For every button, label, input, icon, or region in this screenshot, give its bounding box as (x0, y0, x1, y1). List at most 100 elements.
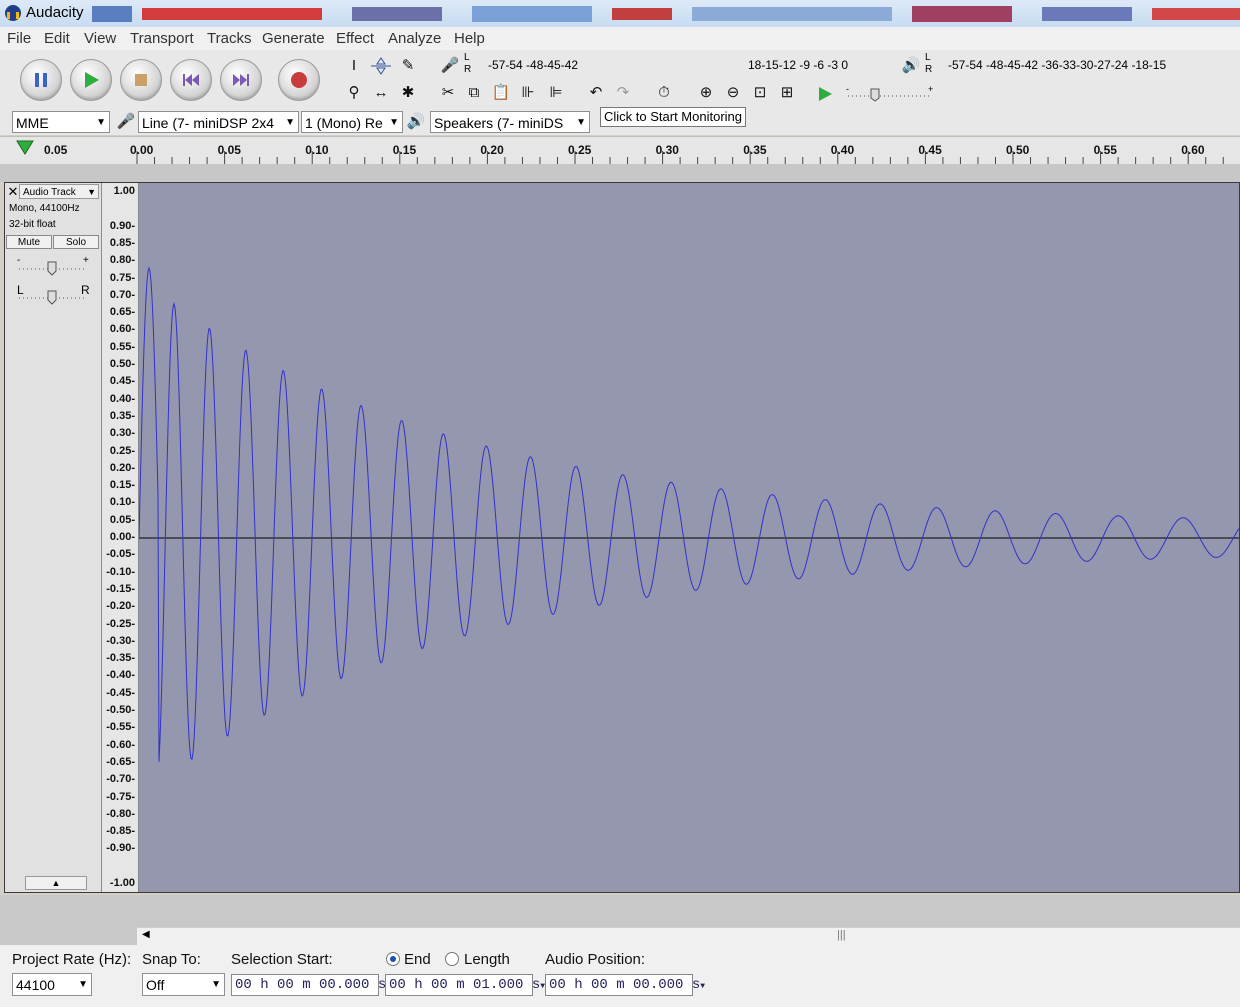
window-title: Audacity (26, 4, 84, 21)
play-at-speed-icon[interactable] (816, 85, 834, 103)
input-device-select[interactable]: Line (7- miniDSP 2x4 ▼ (138, 111, 299, 133)
selection-start-time[interactable]: 00 h 00 m 00.000 s▼ (231, 974, 391, 996)
skip-start-icon (183, 74, 199, 86)
timeline-ruler[interactable]: 0.05 0.00 0.05 0.10 0.15 0.20 0.25 0.30 0.35 0.4… (0, 136, 1240, 165)
stop-button[interactable] (120, 59, 162, 101)
play-speed-slider[interactable]: - + (846, 86, 936, 102)
menu-tracks[interactable]: Tracks (207, 30, 251, 47)
microphone-icon[interactable]: 🎤 (439, 55, 461, 77)
speaker-icon[interactable]: 🔊 (900, 55, 922, 77)
skip-to-start-button[interactable] (170, 59, 212, 101)
time-shift-tool-icon[interactable]: ↔ (370, 82, 392, 104)
menu-file[interactable]: File (7, 30, 31, 47)
menu-help[interactable]: Help (454, 30, 485, 47)
pan-slider[interactable]: L R (15, 283, 91, 307)
project-rate-value: 44100 (16, 977, 55, 993)
pause-button[interactable] (20, 59, 62, 101)
play-button[interactable] (70, 59, 112, 101)
end-radio[interactable] (386, 952, 400, 966)
close-track-icon[interactable]: ✕ (7, 184, 19, 199)
menu-analyze[interactable]: Analyze (388, 30, 441, 47)
output-speaker-icon: 🔊 (406, 113, 426, 130)
output-device-select[interactable]: Speakers (7- miniDS ▼ (430, 111, 590, 133)
record-meter-scale: -57-54 -48-45-42 (488, 58, 579, 72)
amplitude-label: 0.35- (109, 409, 135, 422)
amplitude-label: 0.10- (109, 496, 135, 509)
waveform-path (138, 266, 1240, 762)
amplitude-label: 0.50- (109, 358, 135, 370)
mute-button[interactable]: Mute (6, 235, 52, 249)
chevron-down-icon: ▼ (96, 117, 106, 128)
multi-tool-icon[interactable]: ✱ (397, 82, 419, 104)
solo-button[interactable]: Solo (53, 235, 99, 249)
collapse-track-button[interactable]: ▲ (25, 876, 87, 890)
zoom-out-icon[interactable]: ⊖ (722, 82, 744, 104)
vertical-amplitude-scale[interactable]: 1.00 0.90- 0.85- 0.80- 0.75- 0.70- 0.65- 0.60- 0… (102, 183, 139, 892)
audacity-logo-icon (5, 5, 21, 21)
ruler-gap (0, 164, 1240, 182)
zoom-in-icon[interactable]: ⊕ (695, 82, 717, 104)
gain-slider[interactable]: - + (15, 255, 91, 277)
fit-selection-icon[interactable]: ⊡ (749, 82, 771, 104)
ruler-label: 0.20 (480, 143, 504, 157)
amplitude-label: -0.90- (106, 842, 135, 855)
menu-transport[interactable]: Transport (130, 30, 194, 47)
horizontal-scrollbar[interactable]: ◀ ||| (137, 927, 1240, 946)
waveform-area[interactable] (138, 183, 1240, 892)
fit-project-icon[interactable]: ⊞ (776, 82, 798, 104)
amplitude-label: 0.90- (109, 219, 135, 232)
selection-tool-icon[interactable]: I (343, 55, 365, 77)
record-button[interactable] (278, 59, 320, 101)
selection-end-time[interactable]: 00 h 00 m 01.000 s▼ (385, 974, 545, 996)
amplitude-label: -1.00 (109, 877, 135, 889)
amplitude-label: -0.50- (106, 704, 135, 716)
amplitude-label: 0.55- (109, 340, 135, 353)
host-select[interactable]: MME ▼ (12, 111, 110, 133)
length-radio[interactable] (445, 952, 459, 966)
audio-position-time[interactable]: 00 h 00 m 00.000 s▼ (545, 974, 705, 996)
menu-generate[interactable]: Generate (262, 30, 325, 47)
amplitude-label: 0.65- (109, 306, 135, 319)
chevron-up-icon: ▲ (51, 878, 61, 888)
envelope-tool-icon[interactable] (369, 55, 393, 77)
amplitude-label: -0.25- (106, 617, 135, 630)
amplitude-label: -0.35- (106, 652, 135, 665)
input-channels-select[interactable]: 1 (Mono) Re ▼ (301, 111, 403, 133)
length-label: Length (464, 951, 510, 968)
amplitude-label: -0.15- (106, 582, 135, 595)
input-microphone-icon: 🎤 (116, 113, 136, 130)
play-meter-l-label: L (925, 52, 931, 63)
skip-to-end-button[interactable] (220, 59, 262, 101)
track-name: Audio Track (23, 187, 76, 198)
copy-icon[interactable]: ⧉ (463, 82, 485, 104)
project-rate-select[interactable]: 44100 ▼ (12, 973, 92, 996)
trim-icon[interactable]: ⊪ (517, 82, 539, 104)
track-name-menu[interactable]: Audio Track ▼ (19, 184, 99, 199)
cut-icon[interactable]: ✂ (437, 82, 459, 104)
track-control-panel: ✕ Audio Track ▼ Mono, 44100Hz 32-bit floa… (5, 183, 102, 892)
record-icon (291, 72, 307, 88)
amplitude-label: -0.60- (106, 738, 135, 751)
undo-icon[interactable]: ↶ (585, 82, 607, 104)
ruler-label: 0.40 (830, 143, 855, 157)
meter-l-label: L (464, 52, 470, 63)
menu-view[interactable]: View (84, 30, 116, 47)
paste-icon[interactable]: 📋 (490, 82, 512, 104)
redo-icon[interactable]: ↷ (612, 82, 634, 104)
scroll-left-icon[interactable]: ◀ (142, 929, 150, 940)
waveform (138, 266, 1240, 762)
menu-effect[interactable]: Effect (336, 30, 374, 47)
amplitude-label: 0.05- (109, 513, 135, 526)
draw-tool-icon[interactable]: ✎ (397, 55, 419, 77)
gain-plus-label: + (83, 255, 89, 266)
amplitude-label: -0.40- (106, 669, 135, 682)
monitoring-tooltip[interactable]: Click to Start Monitoring (600, 107, 746, 127)
menu-edit[interactable]: Edit (44, 30, 70, 47)
snap-to-select[interactable]: Off ▼ (142, 973, 225, 996)
sync-lock-icon[interactable]: ⏱ (653, 82, 675, 104)
svg-text:-: - (846, 86, 849, 94)
amplitude-label: 1.00 (113, 185, 135, 197)
skip-end-icon (233, 74, 249, 86)
silence-icon[interactable]: ⊫ (545, 82, 567, 104)
zoom-tool-icon[interactable]: ⚲ (343, 82, 365, 104)
